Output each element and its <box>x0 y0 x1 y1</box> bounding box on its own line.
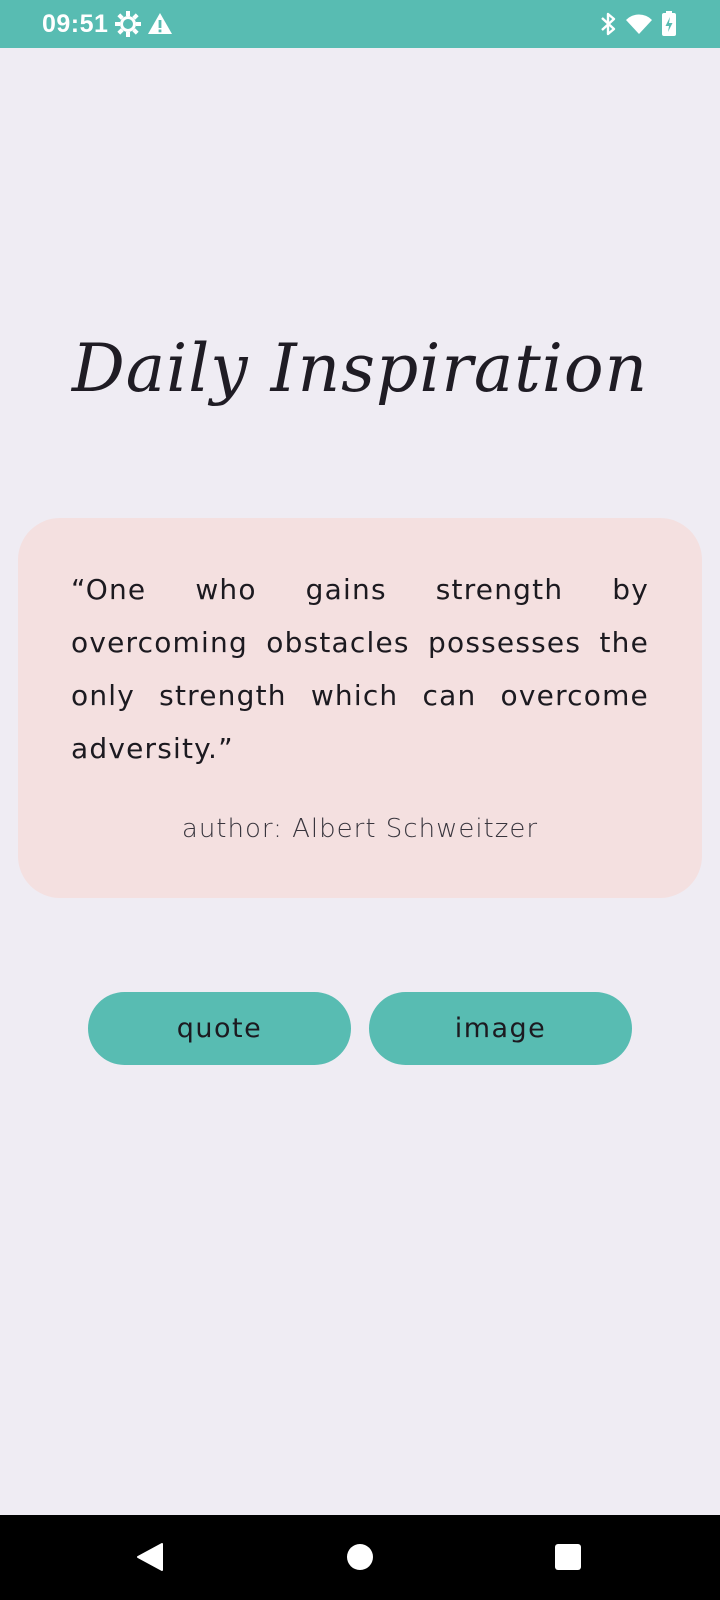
warning-icon <box>146 10 174 38</box>
home-icon[interactable] <box>340 1537 380 1577</box>
quote-text: “One who gains strength by overcoming ob… <box>71 573 649 765</box>
quote-card: “One who gains strength by overcoming ob… <box>18 518 702 898</box>
bluetooth-icon <box>594 10 622 38</box>
status-time: 09:51 <box>42 10 109 38</box>
quote-author: author: Albert Schweitzer <box>181 814 539 844</box>
settings-icon <box>114 10 142 38</box>
wifi-icon <box>625 10 653 38</box>
navigation-bar <box>0 1515 720 1600</box>
recents-icon[interactable] <box>548 1537 588 1577</box>
status-bar: 09:51 <box>0 0 720 48</box>
image-button[interactable]: image <box>369 992 632 1065</box>
page-title: Daily Inspiration <box>71 330 649 407</box>
battery-charging-icon <box>656 10 684 38</box>
back-icon[interactable] <box>130 1537 170 1577</box>
quote-button[interactable]: quote <box>88 992 351 1065</box>
